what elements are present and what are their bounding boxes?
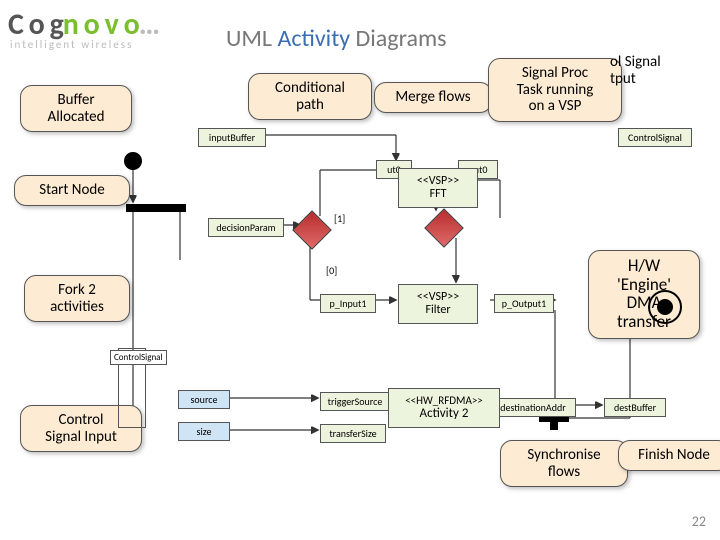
pin-dest-addr: destinationAddr xyxy=(490,398,576,417)
page-number: 22 xyxy=(692,513,706,530)
callout-text: BufferAllocated xyxy=(48,91,105,126)
callout-signal-proc: Signal ProcTask runningon a VSP xyxy=(488,58,622,122)
activity-fft: <<VSP>> FFT xyxy=(398,168,478,208)
callout-finish-node: Finish Node xyxy=(618,440,720,471)
callout-merge-flows: Merge flows xyxy=(374,82,492,113)
callout-text: Merge flows xyxy=(395,88,470,106)
bluebox-size: size xyxy=(178,422,230,441)
pin-transfer-size: transferSize xyxy=(320,424,386,443)
callout-text: Fork 2activities xyxy=(50,281,104,316)
callout-ctrl-out-partial: ol Signaltput xyxy=(610,54,661,87)
activity-name: Filter xyxy=(407,304,469,317)
callout-conditional-path: Conditionalpath xyxy=(248,73,372,120)
pin-input-buffer: inputBuffer xyxy=(198,128,266,147)
callout-text: Synchroniseflows xyxy=(527,446,600,481)
finish-node xyxy=(648,290,682,324)
callout-buffer-allocated: BufferAllocated xyxy=(20,85,132,132)
callout-text: Finish Node xyxy=(638,446,710,464)
control-signal-frame-label: ControlSignal xyxy=(110,350,167,365)
pin-trigger-source: triggerSource xyxy=(320,392,390,411)
pin-p-input1: p_Input1 xyxy=(320,294,376,313)
activity-rfdma: <<HW_RFDMA>> Activity 2 xyxy=(388,388,500,428)
bluebox-source: source xyxy=(178,390,230,409)
guard-one: [1] xyxy=(334,212,345,225)
callout-text: Conditionalpath xyxy=(275,79,345,114)
callout-text: ol Signaltput xyxy=(610,53,661,88)
callout-start-node: Start Node xyxy=(14,175,130,206)
pin-p-output1: p_Output1 xyxy=(494,294,554,313)
callout-hw-engine: H/W'Engine'DMAtransfer xyxy=(588,250,700,339)
fork-bar xyxy=(126,204,186,212)
callout-text: Signal ProcTask runningon a VSP xyxy=(517,64,594,115)
pin-dest-buffer: destBuffer xyxy=(604,398,666,417)
finish-node-inner xyxy=(657,299,673,315)
pin-control-signal: ControlSignal xyxy=(618,128,692,147)
activity-name: Activity 2 xyxy=(397,407,491,421)
guard-zero: [0] xyxy=(326,264,337,277)
activity-filter: <<VSP>> Filter xyxy=(398,284,478,324)
callout-sync-flows: Synchroniseflows xyxy=(500,440,628,487)
activity-name: FFT xyxy=(407,188,469,201)
start-node xyxy=(124,152,142,170)
callout-text: Start Node xyxy=(39,181,105,199)
callout-text: ControlSignal Input xyxy=(45,411,117,446)
pin-decision-param: decisionParam xyxy=(208,218,284,237)
callout-fork2: Fork 2activities xyxy=(24,275,130,322)
